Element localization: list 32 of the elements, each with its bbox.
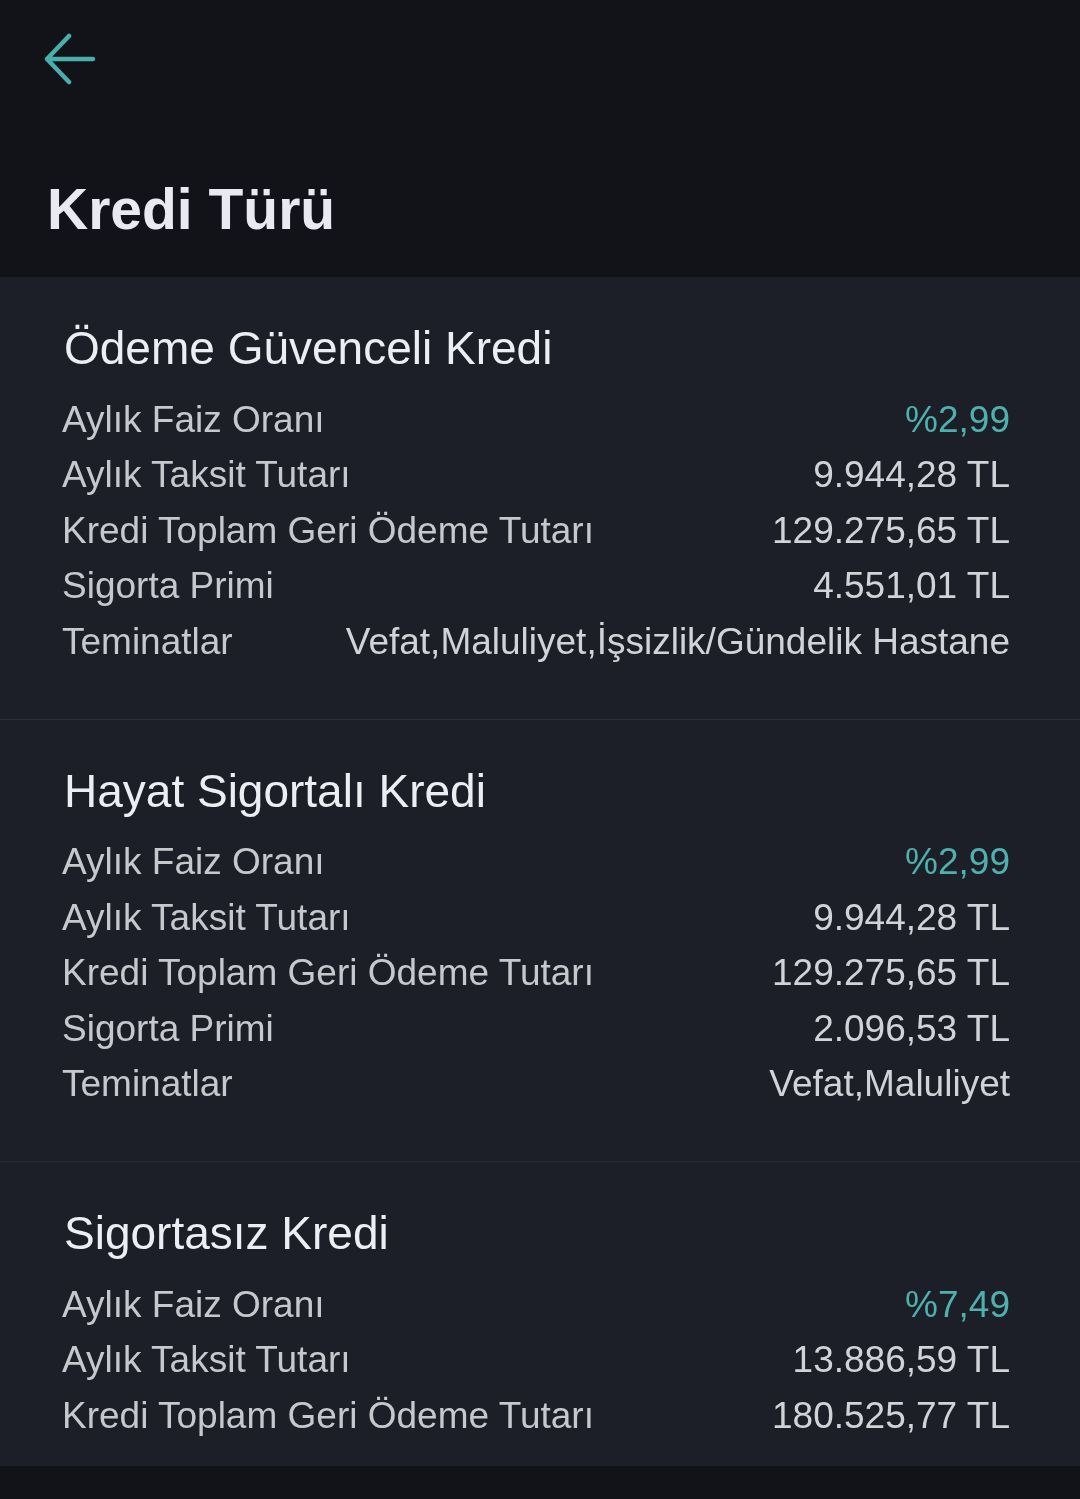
field-value: Vefat,Maluliyet,İşsizlik/Gündelik Hastane [345, 620, 1010, 663]
field-label: Sigorta Primi [62, 1007, 274, 1050]
field-value: 9.944,28 TL [813, 454, 1010, 497]
field-label: Sigorta Primi [62, 565, 274, 608]
section-title: Hayat Sigortalı Kredi [64, 763, 487, 819]
field-value: 13.886,59 TL [792, 1339, 1010, 1382]
back-button[interactable] [44, 33, 96, 85]
field-value: %7,49 [905, 1283, 1010, 1326]
field-value: 129.275,65 TL [772, 509, 1010, 552]
field-label: Aylık Taksit Tutarı [62, 896, 351, 939]
field-label: Aylık Faiz Oranı [62, 841, 325, 884]
field-value: 180.525,77 TL [772, 1394, 1010, 1437]
field-label: Kredi Toplam Geri Ödeme Tutarı [62, 1394, 594, 1437]
field-label: Aylık Taksit Tutarı [62, 454, 351, 497]
field-label: Teminatlar [62, 1063, 233, 1106]
field-value: %2,99 [905, 398, 1010, 441]
field-label: Aylık Faiz Oranı [62, 1283, 325, 1326]
field-value: 4.551,01 TL [813, 565, 1010, 608]
field-value: 2.096,53 TL [813, 1007, 1010, 1050]
field-value: %2,99 [905, 841, 1010, 884]
field-label: Aylık Faiz Oranı [62, 398, 325, 441]
field-label: Kredi Toplam Geri Ödeme Tutarı [62, 952, 594, 995]
field-label: Kredi Toplam Geri Ödeme Tutarı [62, 509, 594, 552]
section-title: Ödeme Güvenceli Kredi [64, 321, 554, 376]
field-label: Aylık Taksit Tutarı [62, 1339, 351, 1382]
back-arrow-icon [44, 33, 96, 85]
field-label: Teminatlar [62, 620, 233, 663]
field-value: 129.275,65 TL [772, 952, 1010, 995]
page-title: Kredi Türü [47, 176, 336, 243]
field-value: 9.944,28 TL [813, 896, 1010, 939]
section-title: Sigortasız Kredi [64, 1206, 390, 1261]
field-value: Vefat,Maluliyet [769, 1063, 1010, 1106]
